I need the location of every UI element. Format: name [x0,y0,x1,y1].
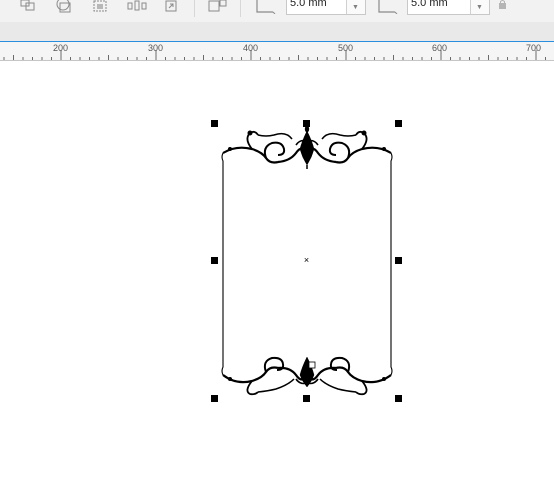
intersect-icon[interactable] [55,0,71,14]
selection-handle-top-left[interactable] [211,120,218,127]
corner-shape-icon-2[interactable] [377,0,398,14]
corner-radius-value-1[interactable]: 5.0 mm [290,0,327,9]
selection-handle-top-center[interactable] [303,120,310,127]
top-flourish [222,124,392,169]
ruler-label-400: 400 [243,43,259,53]
corner-radius-spinner-2[interactable]: ▼ [470,0,489,14]
ruler-label-600: 600 [432,43,448,53]
selection-handle-bottom-left[interactable] [211,395,218,402]
ruler-label-500: 500 [338,43,354,53]
toolbar-gap-strip [0,22,554,42]
trim-icon[interactable] [91,0,107,14]
toolbar-separator [240,0,241,17]
horizontal-ruler[interactable]: 200 300 400 500 600 700 [0,42,554,61]
chevron-down-icon: ▼ [352,4,359,11]
chevron-down-icon: ▼ [476,4,483,11]
corner-radius-field-2[interactable]: 5.0 mm ▼ [407,0,490,15]
selection-handle-middle-right[interactable] [395,257,402,264]
frame-left-edge [221,152,224,376]
frame-right-edge [390,152,393,376]
corner-radius-value-2[interactable]: 5.0 mm [411,0,448,9]
break-apart-icon[interactable] [208,0,227,14]
selection-handle-bottom-center[interactable] [303,395,310,402]
ruler-label-200: 200 [53,43,69,53]
lock-ratio-icon[interactable] [497,0,513,14]
ruler-label-700: 700 [526,43,542,53]
drawing-canvas[interactable]: × [0,61,554,479]
bottom-flourish [222,356,392,396]
toolbar-separator [194,0,195,17]
convert-icon[interactable] [164,0,180,14]
combine-icon[interactable] [20,0,36,14]
selection-handle-middle-left[interactable] [211,257,218,264]
ruler-label-300: 300 [148,43,164,53]
rotation-center-icon[interactable]: × [303,256,310,265]
ruler-ticks [3,50,546,60]
corner-shape-icon[interactable] [255,0,276,14]
drawing-app-window: 5.0 mm ▼ 5.0 mm ▼ 200 300 400 500 600 70… [0,0,554,479]
ornamental-frame[interactable] [0,61,554,479]
corner-radius-spinner-1[interactable]: ▼ [346,0,365,14]
selection-handle-bottom-right[interactable] [395,395,402,402]
property-bar: 5.0 mm ▼ 5.0 mm ▼ [0,0,554,22]
corner-radius-field-1[interactable]: 5.0 mm ▼ [286,0,366,15]
align-distribute-icon[interactable] [127,0,147,14]
selection-handle-top-right[interactable] [395,120,402,127]
